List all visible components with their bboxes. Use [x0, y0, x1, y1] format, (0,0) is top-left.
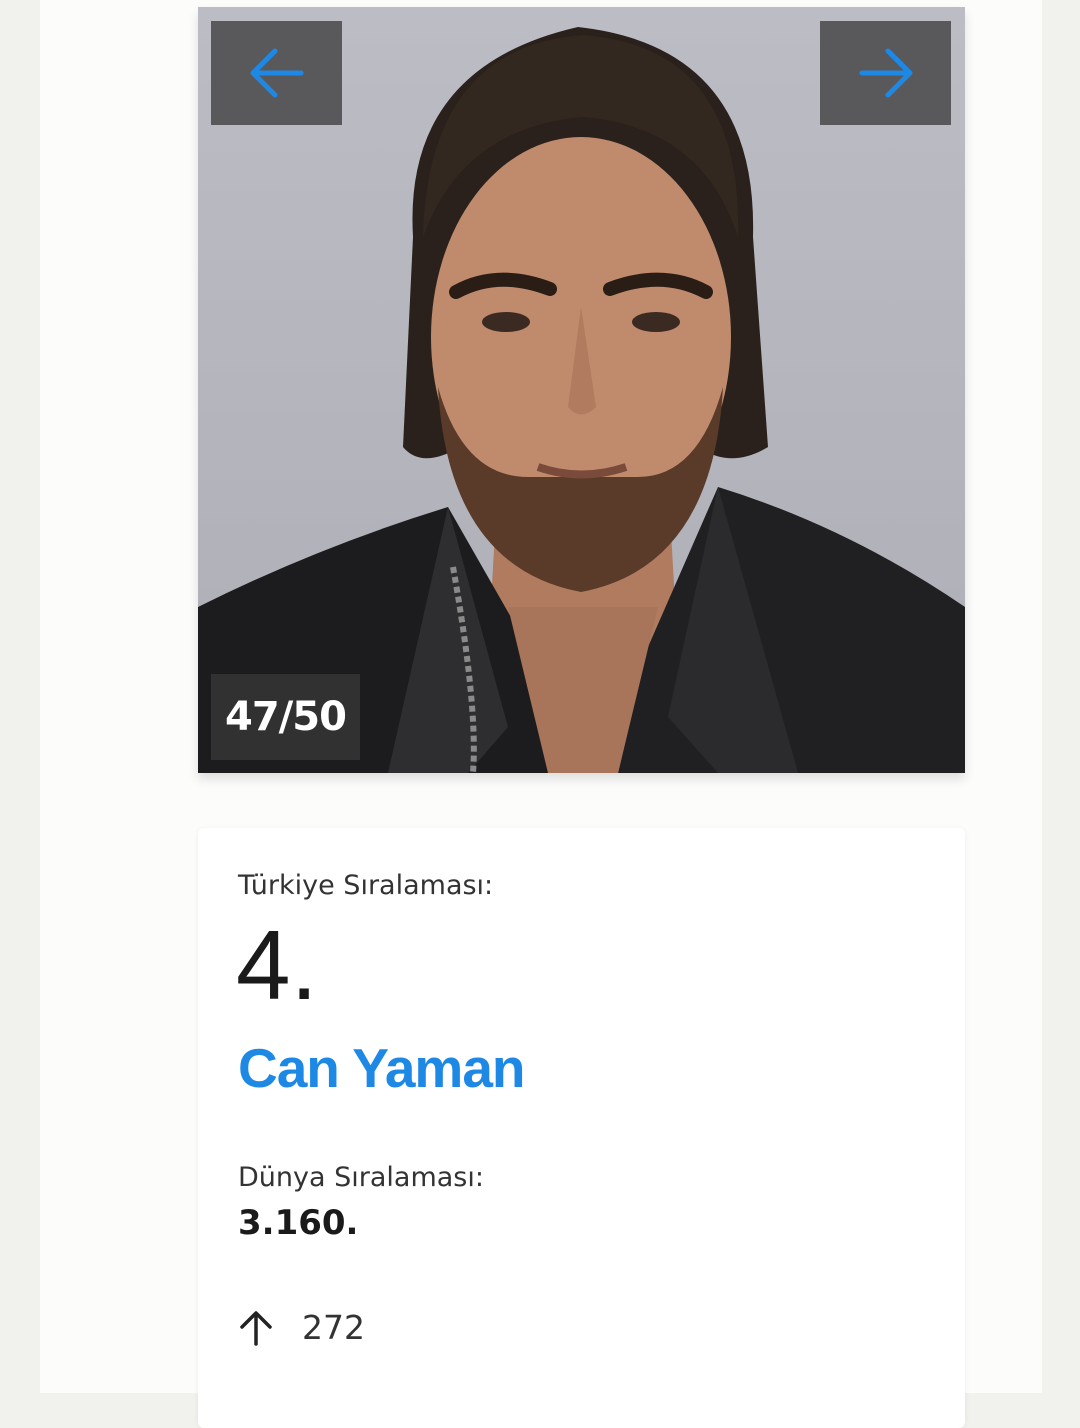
page-content: 47/50 Türkiye Sıralaması: 4. Can Yaman D…: [40, 0, 1042, 1428]
photo-counter: 47/50: [211, 674, 360, 760]
rank-change-value: 272: [302, 1308, 365, 1347]
previous-photo-button[interactable]: [211, 21, 342, 125]
arrow-right-icon: [859, 48, 912, 98]
turkey-ranking-label: Türkiye Sıralaması:: [238, 870, 494, 901]
ranking-card: Türkiye Sıralaması: 4. Can Yaman Dünya S…: [198, 828, 965, 1428]
rank-change: 272: [238, 1308, 365, 1347]
person-name-link[interactable]: Can Yaman: [238, 1036, 526, 1100]
photo-gallery[interactable]: 47/50: [198, 7, 965, 773]
arrow-up-icon: [240, 1310, 272, 1346]
world-rank-value: 3.160.: [238, 1203, 359, 1243]
arrow-left-icon: [250, 48, 303, 98]
next-photo-button[interactable]: [820, 21, 951, 125]
world-ranking-label: Dünya Sıralaması:: [238, 1162, 484, 1193]
turkey-rank-value: 4.: [236, 910, 318, 1020]
